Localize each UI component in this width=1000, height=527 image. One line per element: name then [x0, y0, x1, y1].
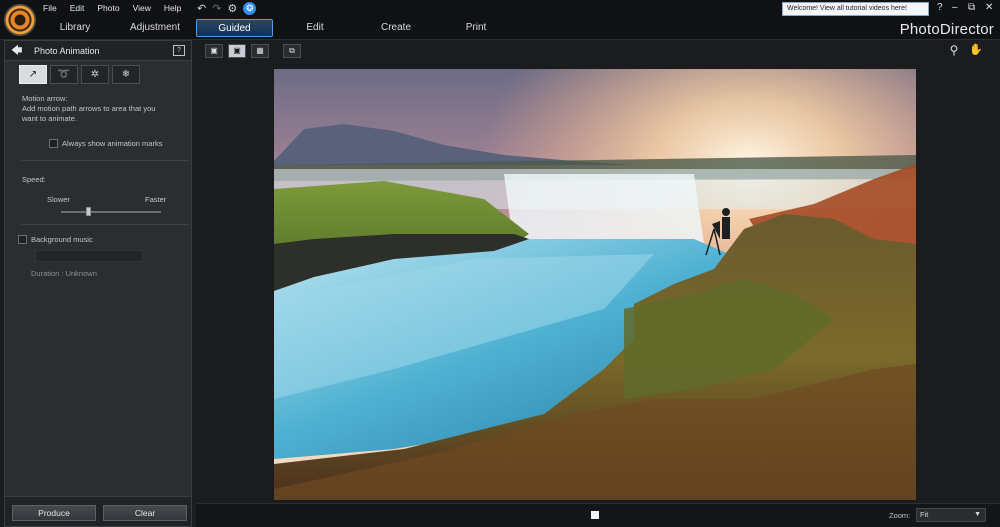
- menu-photo[interactable]: Photo: [97, 3, 119, 13]
- background-music-checkbox[interactable]: [18, 235, 27, 244]
- viewer-toolbar: ▣ ▣ ▦ ⧉ ⚲ ✋: [196, 40, 1000, 62]
- speed-slider-track[interactable]: [61, 211, 161, 213]
- animation-tools: ↗ ➰ ✲ ❄: [19, 65, 140, 84]
- menu-bar: File Edit Photo View Help: [43, 3, 194, 13]
- photodirector-window: File Edit Photo View Help ↶ ↷ ⚙ ❂ Welcom…: [0, 0, 1000, 527]
- divider: [21, 224, 189, 225]
- clear-button[interactable]: Clear: [103, 505, 187, 521]
- zoom-select[interactable]: Fit ▼: [916, 508, 986, 522]
- tab-print[interactable]: Print: [458, 19, 494, 37]
- status-bar: Zoom: Fit ▼: [196, 503, 1000, 527]
- tab-edit[interactable]: Edit: [295, 19, 335, 37]
- zoom-value: Fit: [920, 510, 929, 519]
- zoom-tool-icon[interactable]: ⚲: [945, 44, 963, 58]
- motion-path-tool-icon[interactable]: ➰: [50, 65, 78, 84]
- music-file-field: [35, 250, 143, 262]
- panel-title: Photo Animation: [34, 46, 100, 56]
- speed-label: Speed:: [22, 175, 46, 184]
- panel-help-icon[interactable]: ?: [173, 45, 185, 56]
- duration-text: Duration : Unknown: [31, 269, 97, 278]
- always-show-checkbox[interactable]: [49, 139, 58, 148]
- grid-view-icon[interactable]: ▦: [251, 44, 269, 58]
- compare-view-icon[interactable]: ⧉: [283, 44, 301, 58]
- photo-animation-panel: 🡄 Photo Animation ? ↗ ➰ ✲ ❄ Motion arrow…: [4, 40, 192, 527]
- tab-adjustment[interactable]: Adjustment: [122, 19, 188, 37]
- photo-canvas[interactable]: [274, 69, 916, 500]
- help-icon[interactable]: ?: [937, 2, 943, 13]
- divider: [21, 160, 189, 161]
- single-view-icon[interactable]: ▣: [228, 44, 246, 58]
- panel-footer: Produce Clear: [5, 496, 191, 526]
- stop-preview-icon[interactable]: [591, 511, 599, 519]
- undo-icon[interactable]: ↶: [197, 2, 206, 15]
- faster-label: Faster: [145, 195, 167, 204]
- close-icon[interactable]: ✕: [985, 2, 993, 13]
- tab-create[interactable]: Create: [373, 19, 419, 37]
- produce-button[interactable]: Produce: [12, 505, 96, 521]
- restore-icon[interactable]: ⧉: [968, 2, 975, 13]
- settings-icon[interactable]: ⚙: [227, 2, 237, 15]
- zoom-label: Zoom:: [889, 511, 911, 520]
- menu-file[interactable]: File: [43, 3, 57, 13]
- speed-slider-handle[interactable]: [86, 207, 91, 216]
- tutorial-notification[interactable]: Welcome! View all tutorial videos here!: [782, 2, 929, 16]
- before-view-icon[interactable]: ▣: [205, 44, 223, 58]
- freeze-tool-icon[interactable]: ❄: [112, 65, 140, 84]
- brand-name: PhotoDirector: [899, 21, 994, 38]
- always-show-label: Always show animation marks: [62, 139, 163, 148]
- title-bar: File Edit Photo View Help ↶ ↷ ⚙ ❂ Welcom…: [0, 0, 1000, 18]
- motion-description-line1: Add motion path arrows to area that you: [22, 104, 156, 113]
- menu-help[interactable]: Help: [164, 3, 181, 13]
- back-arrow-icon[interactable]: 🡄: [11, 41, 22, 61]
- help-tutorial-icon[interactable]: ❂: [243, 2, 257, 15]
- quick-access: ↶ ↷ ⚙ ❂: [197, 2, 257, 15]
- background-music-label: Background music: [31, 235, 93, 244]
- redo-icon[interactable]: ↷: [212, 2, 221, 15]
- panel-header: 🡄 Photo Animation ?: [5, 41, 191, 61]
- app-logo: [4, 4, 36, 36]
- hand-tool-icon[interactable]: ✋: [967, 44, 985, 58]
- mode-tabs: Library Adjustment Guided Edit Create Pr…: [0, 18, 1000, 40]
- minimize-icon[interactable]: –: [952, 2, 958, 13]
- anchor-tool-icon[interactable]: ✲: [81, 65, 109, 84]
- motion-description-line2: want to animate.: [22, 114, 78, 123]
- menu-edit[interactable]: Edit: [70, 3, 85, 13]
- tab-library[interactable]: Library: [44, 19, 106, 37]
- chevron-down-icon: ▼: [974, 511, 981, 518]
- motion-arrow-tool-icon[interactable]: ↗: [19, 65, 47, 84]
- slower-label: Slower: [47, 195, 70, 204]
- menu-view[interactable]: View: [133, 3, 151, 13]
- motion-heading: Motion arrow:: [22, 94, 68, 103]
- tab-guided[interactable]: Guided: [196, 19, 273, 37]
